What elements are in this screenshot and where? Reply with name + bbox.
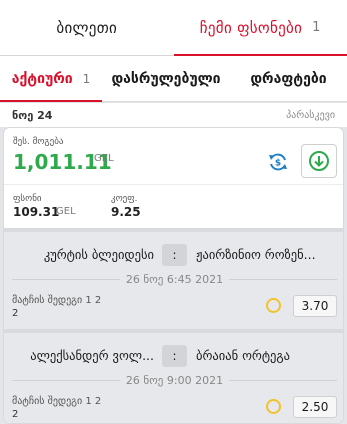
refresh-icon: $: [269, 153, 287, 171]
tab-ticket-label: ბილეთი: [56, 18, 118, 37]
download-icon: [309, 151, 329, 171]
away-team: ბრაიან ორტეგა: [196, 348, 291, 363]
event-item[interactable]: ალექსანდერ ვოლ... : ბრაიან ორტეგა 26 ნოე…: [4, 333, 343, 423]
tab-active-label: აქტიური: [11, 70, 73, 87]
tab-settled-label: დასრულებული: [111, 70, 221, 87]
tab-active-count: 1: [82, 71, 91, 86]
date-header-row: ნოე 24 პარასკევი: [0, 103, 347, 127]
sub-tabs: აქტიური 1 დასრულებული დრაფტები: [0, 56, 347, 102]
summary-divider: [4, 184, 343, 185]
tab-settled[interactable]: დასრულებული: [102, 56, 230, 101]
payout-currency: GEL: [94, 153, 114, 164]
tab-my-bets-count: 1: [312, 20, 321, 35]
event-date-row: 26 ნოე 9:00 2021: [12, 373, 338, 387]
tab-drafts[interactable]: დრაფტები: [230, 56, 347, 101]
event-odds: 3.70: [293, 295, 337, 317]
date-line-left: [12, 379, 120, 381]
score-box: :: [162, 244, 187, 266]
score-box: :: [162, 345, 187, 367]
event-date: 26 ნოე 9:00 2021: [125, 373, 224, 387]
home-team: ალექსანდერ ვოლ...: [30, 348, 154, 363]
home-team: კურტის ბლეიდესი: [43, 247, 154, 262]
tab-drafts-label: დრაფტები: [250, 70, 327, 87]
market-name: მატჩის შედეგი 1 2: [12, 396, 102, 407]
svg-text:$: $: [275, 159, 281, 169]
date-line-left: [12, 278, 120, 280]
pending-status-icon: [266, 298, 281, 313]
bet-summary: შეს. მოგება 1,011.11 GEL $ ფსონი 109.31 …: [4, 128, 343, 228]
away-team: ჟაირზინიო როზენ...: [196, 247, 316, 262]
date-header: ნოე 24: [12, 108, 53, 122]
refresh-button[interactable]: $: [265, 149, 291, 175]
top-tabs: ბილეთი ჩემი ფსონები 1: [0, 0, 347, 56]
bet-card[interactable]: შეს. მოგება 1,011.11 GEL $ ფსონი 109.31 …: [3, 127, 344, 424]
market-name: მატჩის შედეგი 1 2: [12, 295, 102, 306]
tab-my-bets[interactable]: ჩემი ფსონები 1: [173, 0, 347, 56]
bet-type-label: პარასკევი: [286, 109, 335, 121]
total-odds-label: კოეფ.: [111, 194, 138, 204]
tab-ticket[interactable]: ბილეთი: [0, 0, 174, 55]
event-odds: 2.50: [293, 396, 337, 418]
event-item[interactable]: კურტის ბლეიდესი : ჟაირზინიო როზენ... 26 …: [4, 232, 343, 329]
stake-label: ფსონი: [13, 194, 42, 204]
pending-status-icon: [266, 399, 281, 414]
payout-label: შეს. მოგება: [13, 137, 64, 147]
selection: 2: [12, 409, 19, 420]
selection: 2: [12, 308, 19, 319]
download-button[interactable]: [301, 144, 337, 178]
total-odds-value: 9.25: [111, 205, 141, 219]
date-line-right: [229, 278, 338, 280]
event-date-row: 26 ნოე 6:45 2021: [12, 272, 338, 286]
date-line-right: [229, 379, 338, 381]
stake-currency: GEL: [56, 206, 76, 217]
tab-active[interactable]: აქტიური 1: [0, 56, 102, 102]
tab-my-bets-label: ჩემი ფსონები: [199, 18, 303, 37]
stake-value: 109.31: [13, 205, 60, 219]
event-date: 26 ნოე 6:45 2021: [125, 272, 224, 286]
